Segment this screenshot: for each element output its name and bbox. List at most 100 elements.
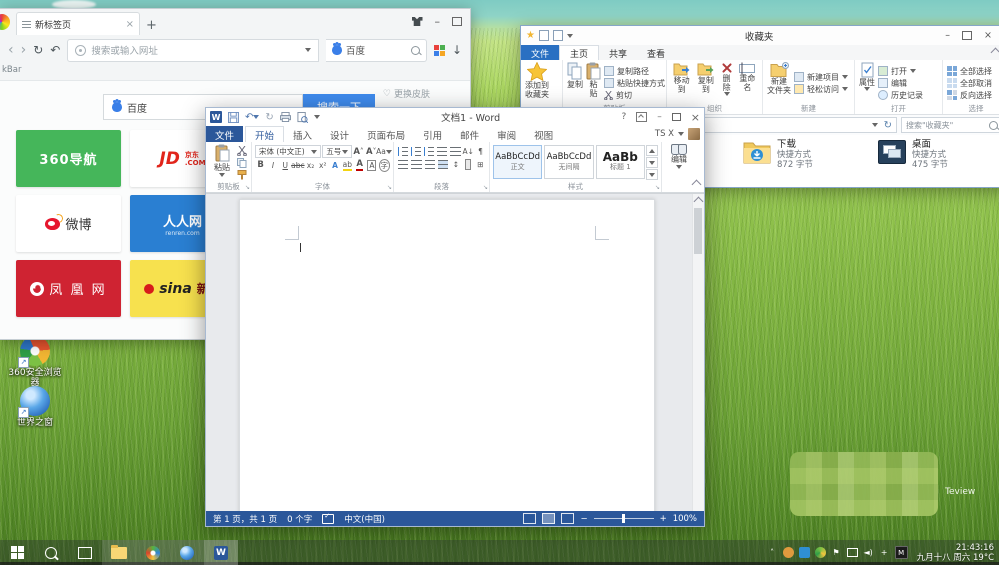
cut-button[interactable]: 剪切 [604, 90, 665, 101]
explorer-minimize-button[interactable]: – [945, 30, 950, 41]
tab-insert[interactable]: 插入 [284, 126, 321, 142]
search-engine-box[interactable]: 百度 [326, 39, 427, 62]
ribbon-display-options-icon[interactable] [636, 112, 647, 122]
tile-360-nav[interactable]: 360导航 [16, 130, 121, 187]
scrollbar-thumb[interactable] [694, 208, 702, 254]
taskbar-360-browser-button[interactable] [136, 540, 170, 565]
site-info-icon[interactable] [75, 45, 86, 56]
zoom-out-button[interactable]: − [580, 514, 587, 524]
tab-mailings[interactable]: 邮件 [451, 126, 488, 142]
taskbar-clock[interactable]: 21:43:16 九月十八 周六 19°C [913, 543, 994, 563]
borders-button[interactable]: ⊞ [475, 158, 486, 170]
refresh-button[interactable]: ↻ [33, 43, 43, 57]
show-marks-button[interactable]: ¶ [475, 145, 486, 157]
shading-bucket-button[interactable] [463, 158, 474, 170]
undo-button[interactable]: ↶ [245, 112, 259, 123]
align-center-button[interactable] [411, 160, 421, 169]
explorer-maximize-button[interactable] [962, 31, 972, 40]
decrease-indent-button[interactable] [437, 147, 447, 156]
tab-home[interactable]: 主页 [559, 45, 599, 60]
taskbar-search-button[interactable] [34, 540, 68, 565]
new-folder-button[interactable]: 新建 文件夹 [767, 62, 791, 104]
word-count[interactable]: 0 个字 [287, 513, 312, 525]
history-button[interactable]: 历史记录 [878, 90, 923, 101]
tray-flag-icon[interactable]: ⚑ [831, 547, 842, 558]
web-layout-button[interactable] [561, 513, 574, 524]
copy-icon[interactable] [237, 158, 247, 168]
underline-button[interactable]: U [280, 159, 291, 171]
refresh-icon[interactable]: ↻ [884, 120, 892, 131]
tab-file[interactable]: 文件 [521, 45, 559, 60]
copy-path-button[interactable]: 复制路径 [604, 66, 665, 77]
font-size-select[interactable]: 五号 [322, 145, 351, 158]
word-logo-icon[interactable]: W [210, 111, 222, 123]
tray-account-icon[interactable] [783, 547, 794, 558]
add-to-favorites-button[interactable]: 添加到 收藏夹 [525, 62, 549, 104]
print-icon[interactable] [280, 112, 291, 122]
spellcheck-icon[interactable] [322, 514, 334, 524]
network-icon[interactable] [847, 547, 858, 558]
word-close-button[interactable]: × [691, 111, 700, 124]
tab-page-layout[interactable]: 页面布局 [358, 126, 414, 142]
increase-indent-button[interactable] [450, 147, 460, 156]
bookmark-bar[interactable]: kBar [0, 65, 470, 81]
paste-shortcut-button[interactable]: 粘贴快捷方式 [604, 78, 665, 89]
tab-references[interactable]: 引用 [414, 126, 451, 142]
strikethrough-button[interactable]: abc [292, 159, 304, 171]
file-item-desktop[interactable]: 桌面 快捷方式 475 字节 [878, 140, 948, 170]
italic-button[interactable]: I [267, 159, 278, 171]
dialog-launcher-icon[interactable]: ↘ [483, 184, 488, 191]
text-effects-button[interactable]: A [329, 159, 340, 171]
tile-ifeng[interactable]: 凤 凰 网 [16, 260, 121, 317]
address-bar[interactable]: 搜索或输入网址 [67, 39, 319, 62]
edit-button[interactable]: 编辑 [878, 78, 923, 89]
open-button[interactable]: 打开 [878, 66, 923, 77]
easy-access-button[interactable]: 轻松访问 [794, 84, 848, 95]
superscript-button[interactable]: x² [317, 159, 328, 171]
tab-file[interactable]: 文件 [206, 126, 243, 142]
word-restore-button[interactable] [672, 113, 681, 121]
skin-theme-icon[interactable] [412, 17, 423, 26]
new-tab-button[interactable]: + [146, 19, 157, 32]
style-normal[interactable]: AaBbCcDd 正文 [493, 145, 542, 179]
justify-button[interactable] [438, 160, 448, 169]
download-icon[interactable]: ↓ [452, 43, 462, 57]
read-mode-button[interactable] [523, 513, 536, 524]
word-minimize-button[interactable]: – [657, 112, 662, 122]
taskbar-word-button[interactable]: W [204, 540, 238, 565]
forward-button[interactable]: › [21, 43, 27, 57]
apps-grid-icon[interactable] [434, 45, 445, 56]
multilevel-list-button[interactable] [424, 147, 434, 156]
tray-app-icon[interactable] [799, 547, 810, 558]
rename-button[interactable]: 重命名 [737, 62, 758, 104]
zoom-slider[interactable] [594, 518, 654, 519]
ribbon-collapse-icon[interactable] [991, 48, 999, 58]
bullets-button[interactable] [398, 147, 408, 156]
tab-design[interactable]: 设计 [321, 126, 358, 142]
explorer-search-input[interactable]: 搜索"收藏夹" [901, 117, 999, 133]
print-layout-button[interactable] [542, 513, 555, 524]
taskbar-explorer-button[interactable] [102, 540, 136, 565]
save-icon[interactable] [228, 112, 239, 123]
new-item-button[interactable]: 新建项目 [794, 72, 848, 83]
bold-button[interactable]: B [255, 159, 266, 171]
file-item-downloads[interactable]: 下载 快捷方式 872 字节 [743, 140, 813, 170]
align-left-button[interactable] [398, 160, 408, 169]
delete-button[interactable]: 删除 [720, 62, 734, 104]
undo-button[interactable]: ↶ [50, 43, 60, 57]
sort-button[interactable]: A↓ [463, 145, 474, 157]
change-skin-link[interactable]: ♡ 更换皮肤 [383, 87, 430, 100]
browser-logo-icon[interactable] [0, 14, 10, 30]
tray-safety-icon[interactable] [815, 547, 826, 558]
font-name-select[interactable]: 宋体 (中文正) [255, 145, 321, 158]
highlight-color-button[interactable]: ab [342, 159, 353, 171]
styles-scroll-down[interactable] [646, 157, 658, 168]
cut-icon[interactable] [237, 146, 247, 156]
tray-plus-icon[interactable]: + [879, 547, 890, 558]
styles-scroll-up[interactable] [646, 145, 658, 156]
zoom-slider-thumb[interactable] [622, 514, 625, 523]
subscript-button[interactable]: x₂ [305, 159, 316, 171]
help-button[interactable]: ? [622, 112, 627, 122]
start-button[interactable] [0, 540, 34, 565]
tab-review[interactable]: 审阅 [488, 126, 525, 142]
